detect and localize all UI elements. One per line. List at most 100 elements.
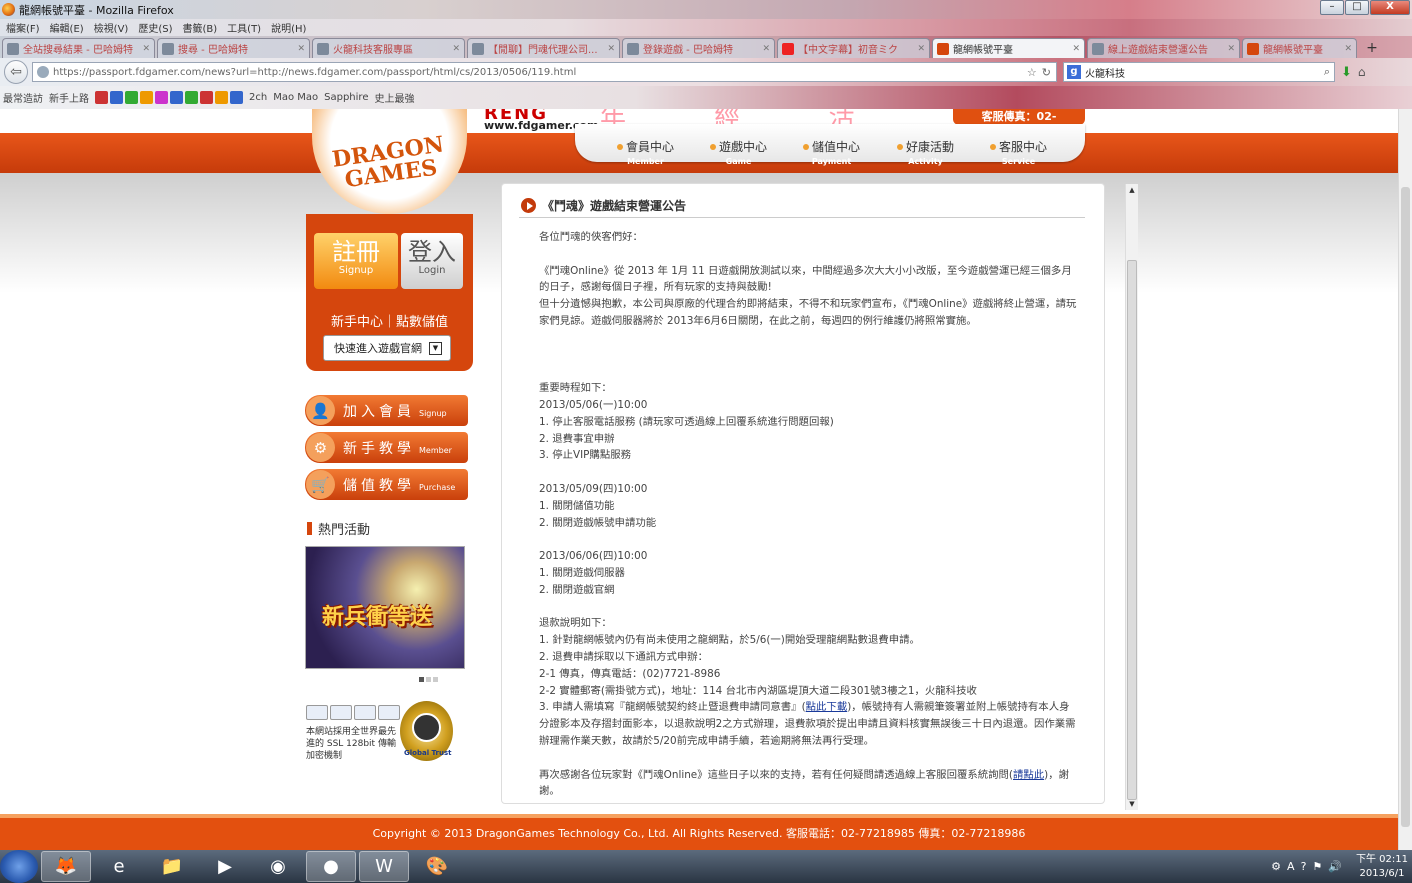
browser-tab[interactable]: 龍網帳號平臺 ✕ [1242,38,1357,58]
bookmark-icon[interactable] [215,91,228,104]
purchase-tutorial-button[interactable]: 🛒 儲值教學 Purchase [305,469,468,500]
carousel-dot[interactable] [419,677,424,682]
scroll-up-icon[interactable]: ▲ [1126,184,1138,196]
browser-tab-active[interactable]: 龍網帳號平臺 ✕ [932,38,1085,58]
bookmark-icon[interactable] [110,91,123,104]
new-tab-button[interactable]: + [1363,40,1381,58]
flag-icon[interactable]: ⚑ [1312,860,1322,873]
nav-payment[interactable]: 儲值中心 Payment [803,138,860,166]
menu-help[interactable]: 說明(H) [271,20,306,35]
browser-tab[interactable]: 全站搜尋結果 - 巴哈姆特 ✕ [2,38,155,58]
search-icon[interactable]: ⌕ [1324,65,1330,79]
bookmark-item[interactable]: 新手上路 [49,90,89,105]
close-window-button[interactable]: X [1370,0,1410,15]
menu-tools[interactable]: 工具(T) [227,20,261,35]
search-input[interactable]: 火龍科技 [1085,65,1324,80]
nav-label[interactable]: 會員中心 [617,138,674,155]
scroll-down-icon[interactable]: ▼ [1126,798,1138,810]
menu-history[interactable]: 歷史(S) [138,20,172,35]
start-button[interactable] [0,850,38,883]
ie-taskbar-icon[interactable]: e [94,851,144,882]
bookmark-item[interactable]: 最常造訪 [3,90,43,105]
search-bar[interactable]: g 火龍科技 ⌕ [1063,62,1335,82]
site-identity-icon[interactable] [37,66,49,78]
tab-close-icon[interactable]: ✕ [452,44,460,54]
join-member-button[interactable]: 👤 加入會員 Signup [305,395,468,426]
bookmark-item[interactable]: 史上最強 [374,90,414,105]
download-icon[interactable]: ⬇ [1341,65,1352,80]
back-button[interactable]: ⇦ [4,60,28,84]
reload-icon[interactable]: ↻ [1042,66,1051,79]
paint-taskbar-icon[interactable]: 🎨 [412,851,462,882]
tab-close-icon[interactable]: ✕ [1227,44,1235,54]
nav-label[interactable]: 遊戲中心 [710,138,767,155]
language-indicator[interactable]: A [1287,860,1295,873]
chevron-down-icon[interactable]: ▼ [429,342,442,355]
nav-label[interactable]: 客服中心 [990,138,1047,155]
facebook-icon[interactable] [230,91,243,104]
scroll-thumb[interactable] [1401,187,1410,827]
tab-close-icon[interactable]: ✕ [607,44,615,54]
carousel-dots[interactable] [419,677,438,682]
bookmark-star-icon[interactable]: ☆ [1027,66,1037,79]
game-site-select[interactable]: 快速進入遊戲官網 ▼ [323,335,451,361]
volume-icon[interactable]: 🔊 [1328,860,1342,873]
download-form-link[interactable]: 點此下載 [806,701,848,713]
bookmark-icon[interactable] [155,91,168,104]
ime-icon[interactable]: ⚙ [1271,860,1281,873]
carousel-dot[interactable] [426,677,431,682]
browser-tab[interactable]: 【閒聊】門魂代理公司... ✕ [467,38,620,58]
bookmark-icons[interactable] [95,91,243,104]
nav-member[interactable]: 會員中心 Member [617,138,674,166]
help-icon[interactable]: ? [1301,860,1307,873]
bookmark-icon[interactable] [185,91,198,104]
nav-label[interactable]: 好康活動 [897,138,954,155]
explorer-taskbar-icon[interactable]: 📁 [147,851,197,882]
scroll-thumb[interactable] [1127,260,1137,800]
menu-view[interactable]: 檢視(V) [94,20,129,35]
minimize-button[interactable]: – [1320,0,1344,15]
security-seal-icon[interactable]: Global Trust [400,701,453,761]
home-icon[interactable]: ⌂ [1358,65,1366,79]
tab-close-icon[interactable]: ✕ [762,44,770,54]
tab-close-icon[interactable]: ✕ [1344,44,1352,54]
menu-edit[interactable]: 編輯(E) [50,20,84,35]
url-text[interactable]: https://passport.fdgamer.com/news?url=ht… [53,67,1027,78]
browser-tab[interactable]: 登錄遊戲 - 巴哈姆特 ✕ [622,38,775,58]
tab-close-icon[interactable]: ✕ [297,44,305,54]
browser-tab[interactable]: 【中文字幕】初音ミク ✕ [777,38,930,58]
bookmark-icon[interactable] [125,91,138,104]
bookmark-icon[interactable] [140,91,153,104]
url-bar[interactable]: https://passport.fdgamer.com/news?url=ht… [32,62,1057,82]
carousel-dot[interactable] [433,677,438,682]
media-taskbar-icon[interactable]: ▶ [200,851,250,882]
bookmark-icon[interactable] [95,91,108,104]
chrome-taskbar-icon[interactable]: ◉ [253,851,303,882]
article-scrollbar[interactable]: ▲ ▼ [1125,184,1138,810]
page-scrollbar[interactable] [1398,109,1412,850]
maximize-button[interactable]: □ [1345,0,1369,15]
newbie-links[interactable]: 新手中心｜點數儲值 [306,311,473,330]
promo-banner[interactable]: 新兵衝等送 [305,546,465,669]
word-taskbar-icon[interactable]: W [359,851,409,882]
bookmark-item[interactable]: Sapphire [324,92,368,103]
browser-tab[interactable]: 火龍科技客服專區 ✕ [312,38,465,58]
browser-tab[interactable]: 搜尋 - 巴哈姆特 ✕ [157,38,310,58]
tab-close-icon[interactable]: ✕ [1072,44,1080,54]
bookmark-icon[interactable] [170,91,183,104]
nav-label[interactable]: 儲值中心 [803,138,860,155]
menu-bookmarks[interactable]: 書籤(B) [183,20,218,35]
firefox-taskbar-icon[interactable]: 🦊 [41,851,91,882]
google-icon[interactable]: g [1067,65,1081,79]
menu-file[interactable]: 檔案(F) [6,20,40,35]
app-taskbar-icon[interactable]: ● [306,851,356,882]
login-button[interactable]: 登入 Login [401,233,463,289]
bookmark-icon[interactable] [200,91,213,104]
bookmark-item[interactable]: Mao Mao [273,92,318,103]
signup-button[interactable]: 註冊 Signup [314,233,398,289]
bookmark-item[interactable]: 2ch [249,92,267,103]
nav-service[interactable]: 客服中心 Service [990,138,1047,166]
support-link[interactable]: 請點此 [1013,769,1044,781]
browser-tab[interactable]: 線上遊戲結束營運公告 ✕ [1087,38,1240,58]
tutorial-button[interactable]: ⚙ 新手教學 Member [305,432,468,463]
